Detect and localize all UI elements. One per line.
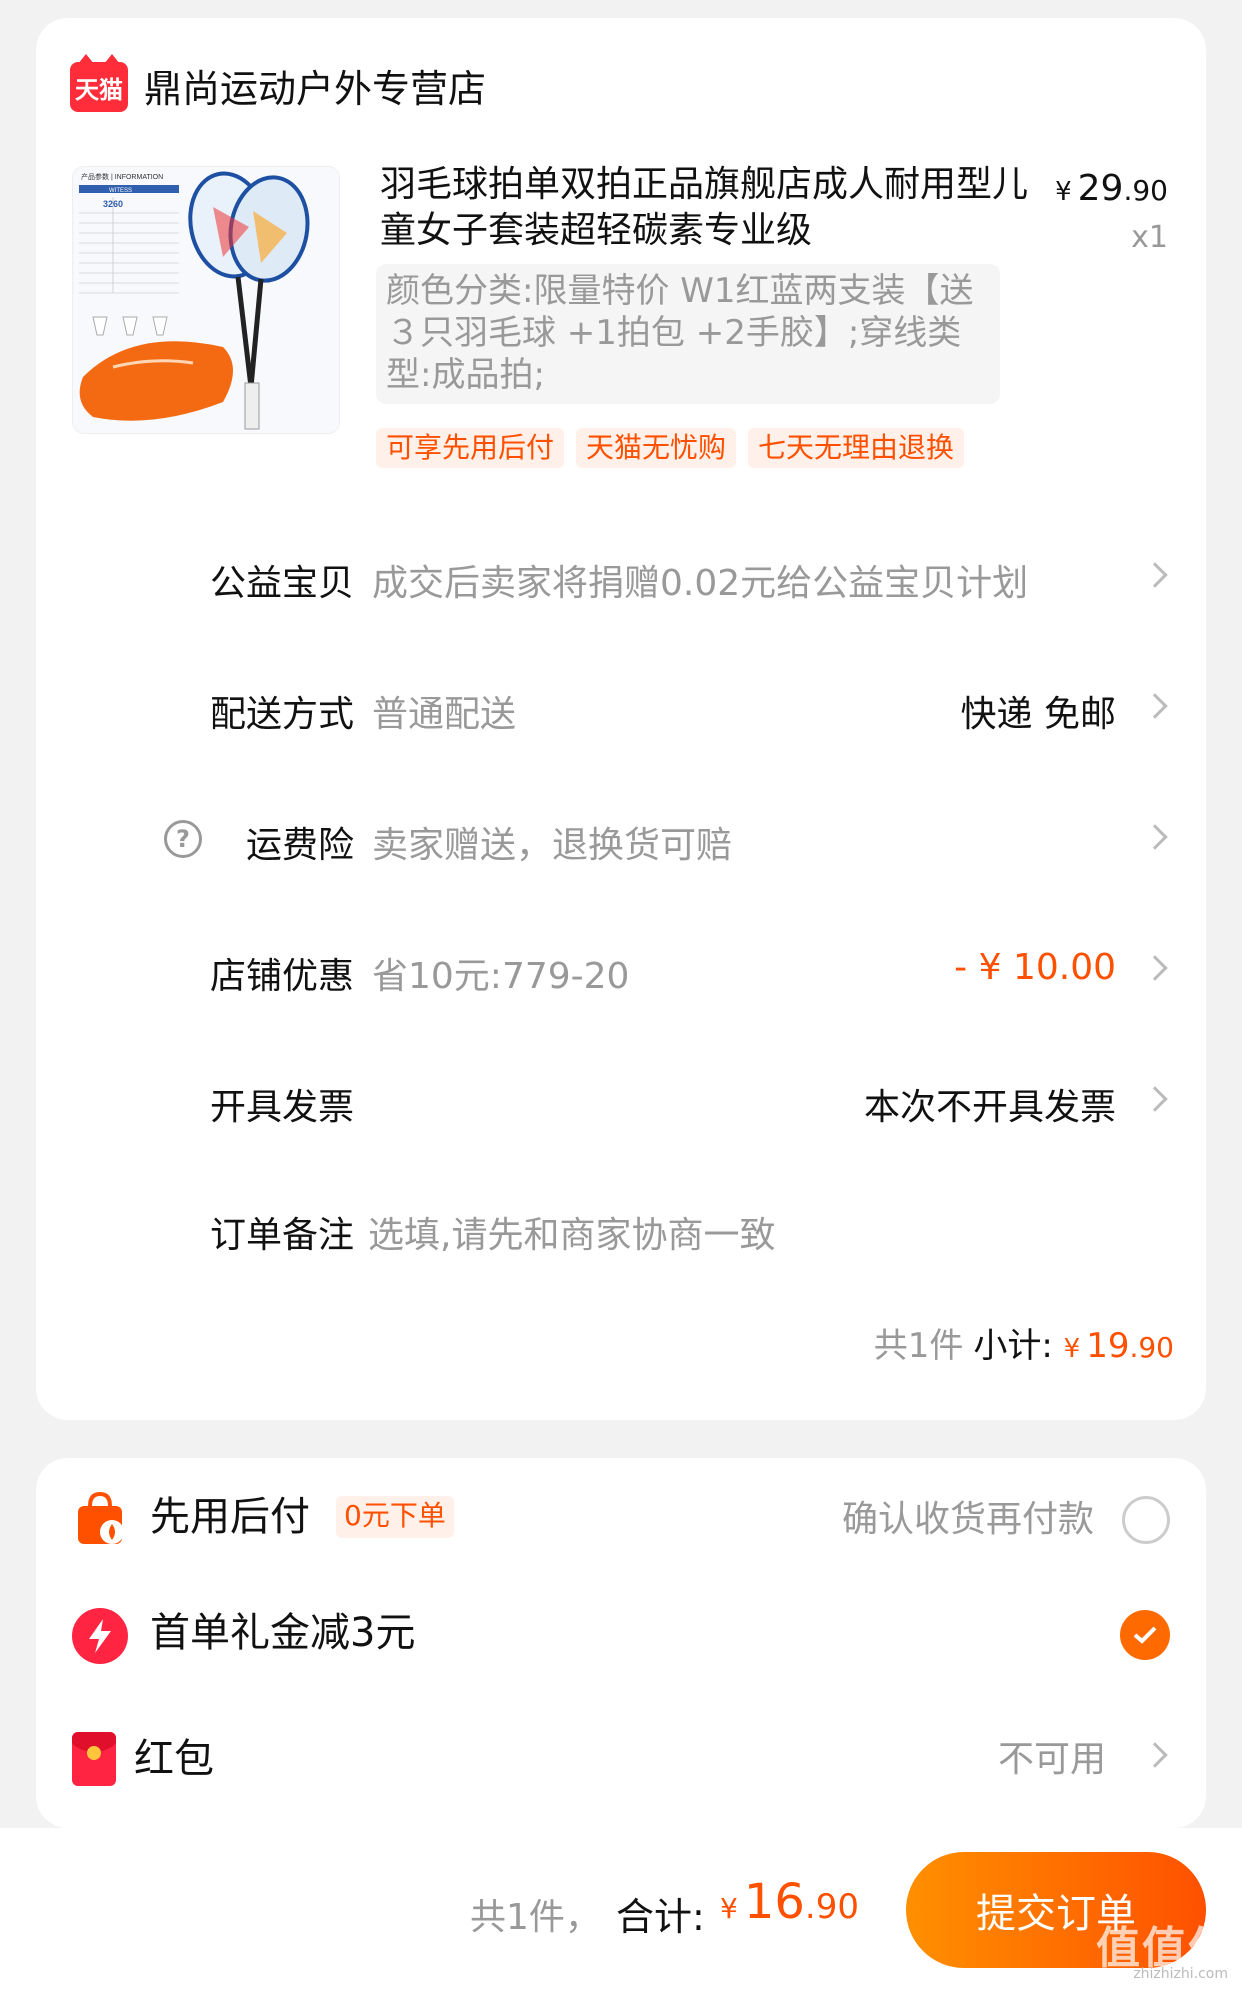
- total-amount: ¥16.90: [720, 1874, 859, 1930]
- watermark-url: zhizhizhi.com: [1133, 1966, 1228, 1982]
- invoice-value: 本次不开具发票: [863, 1087, 1116, 1128]
- product-price: ¥29.90: [1055, 168, 1168, 209]
- product-title[interactable]: 羽毛球拍单双拍正品旗舰店成人耐用型儿童女子套装超轻碳素专业级: [380, 162, 1052, 254]
- subtotal-amount: ¥19.90: [1064, 1326, 1174, 1366]
- checkmark-icon: [1133, 1626, 1157, 1644]
- tag-seven-day-return: 七天无理由退换: [748, 428, 965, 468]
- badminton-product-illustration: 产品参数 | INFORMATION WITESS 3260: [73, 167, 339, 433]
- subtotal: 共1件 小计: ¥19.90: [874, 1318, 1174, 1367]
- sku-text: 颜色分类:限量特价 W1红蓝两支装【送３只羽毛球 +1拍包 +2手胶】;穿线类型…: [386, 271, 974, 395]
- red-packet-value[interactable]: 不可用: [998, 1730, 1106, 1782]
- shipping-insurance-row[interactable]: ? 运费险 卖家赠送，退换货可赔: [36, 804, 1206, 874]
- price-integer: 29: [1077, 168, 1124, 209]
- total-integer: 16: [743, 1874, 805, 1930]
- order-note-row[interactable]: 订单备注 选填,请先和商家协商一致: [36, 1194, 1206, 1264]
- charity-label: 公益宝贝: [209, 563, 354, 604]
- first-order-gift-title: 首单礼金减3元: [150, 1610, 416, 1656]
- red-packet-icon: [72, 1732, 116, 1786]
- delivery-row[interactable]: 配送方式 普通配送 快递 免邮: [36, 673, 1206, 743]
- store-name[interactable]: 鼎尚运动户外专营店: [144, 58, 486, 113]
- discount-desc: 省10元:779-20: [372, 956, 630, 997]
- spec-header-text: 产品参数 | INFORMATION: [81, 172, 163, 181]
- total-decimal: .90: [804, 1887, 859, 1927]
- total-count: 共1件，: [470, 1897, 601, 1938]
- product-image[interactable]: 产品参数 | INFORMATION WITESS 3260: [72, 166, 340, 434]
- subtotal-decimal: .90: [1129, 1331, 1174, 1364]
- delivery-label: 配送方式: [209, 694, 354, 735]
- tag-pay-later: 可享先用后付: [376, 428, 565, 468]
- discount-value: - ¥ 10.00: [954, 947, 1116, 988]
- subtotal-count: 共1件: [873, 1326, 964, 1366]
- chevron-right-icon[interactable]: [1142, 1742, 1168, 1768]
- chevron-right-icon: [1142, 1086, 1168, 1112]
- total-label: 合计:: [616, 1895, 705, 1939]
- pay-later-title: 先用后付: [150, 1494, 310, 1540]
- red-packet-title: 红包: [134, 1736, 214, 1782]
- chevron-right-icon: [1142, 693, 1168, 719]
- product-quantity: x1: [1131, 220, 1168, 255]
- chevron-right-icon: [1142, 824, 1168, 850]
- note-label: 订单备注: [209, 1215, 354, 1256]
- invoice-label: 开具发票: [209, 1087, 354, 1128]
- chevron-right-icon: [1142, 562, 1168, 588]
- first-order-checkbox[interactable]: [1120, 1610, 1170, 1660]
- insurance-label: 运费险: [245, 825, 354, 866]
- subtotal-symbol: ¥: [1063, 1334, 1081, 1364]
- store-discount-row[interactable]: 店铺优惠 省10元:779-20 - ¥ 10.00: [36, 935, 1206, 1005]
- lightning-icon: [72, 1608, 128, 1664]
- order-card: 天猫 鼎尚运动户外专营店 产品参数 | INFORMATION WITESS 3…: [36, 18, 1206, 1420]
- order-note-input[interactable]: 选填,请先和商家协商一致: [368, 1206, 775, 1258]
- total-symbol: ¥: [720, 1892, 738, 1925]
- subtotal-label: 小计:: [973, 1326, 1053, 1366]
- insurance-desc: 卖家赠送，退换货可赔: [372, 825, 733, 866]
- price-decimal: .90: [1123, 174, 1168, 207]
- chevron-right-icon: [1142, 955, 1168, 981]
- zero-yuan-tag: 0元下单: [336, 1496, 454, 1538]
- subtotal-integer: 19: [1086, 1326, 1130, 1366]
- charity-desc: 成交后卖家将捐赠0.02元给公益宝贝计划: [372, 563, 1029, 604]
- tmall-logo: 天猫: [70, 54, 128, 112]
- delivery-value: 快递 免邮: [960, 694, 1116, 735]
- checkout-bar: 共1件， 合计: ¥16.90 提交订单 值值值 zhizhizhi.com: [0, 1828, 1242, 1989]
- price-symbol: ¥: [1055, 177, 1072, 207]
- payment-options-card: 先用后付 0元下单 确认收货再付款 首单礼金减3元 红包 不可用: [36, 1458, 1206, 1828]
- tmall-logo-text: 天猫: [75, 75, 123, 104]
- spec-brand-text: WITESS: [109, 188, 132, 194]
- service-tags: 可享先用后付 天猫无忧购 七天无理由退换: [376, 428, 965, 468]
- pay-later-radio[interactable]: [1122, 1496, 1170, 1544]
- pay-later-desc: 确认收货再付款: [841, 1499, 1094, 1540]
- charity-row[interactable]: 公益宝贝 成交后卖家将捐赠0.02元给公益宝贝计划: [36, 542, 1206, 612]
- sku-selector[interactable]: 颜色分类:限量特价 W1红蓝两支装【送３只羽毛球 +1拍包 +2手胶】;穿线类型…: [376, 264, 1000, 404]
- invoice-row[interactable]: 开具发票 本次不开具发票: [36, 1066, 1206, 1136]
- delivery-desc: 普通配送: [372, 694, 517, 735]
- shopping-bag-icon: [72, 1490, 128, 1546]
- tag-worry-free: 天猫无忧购: [576, 428, 737, 468]
- discount-label: 店铺优惠: [209, 956, 354, 997]
- question-circle-icon[interactable]: ?: [164, 820, 202, 858]
